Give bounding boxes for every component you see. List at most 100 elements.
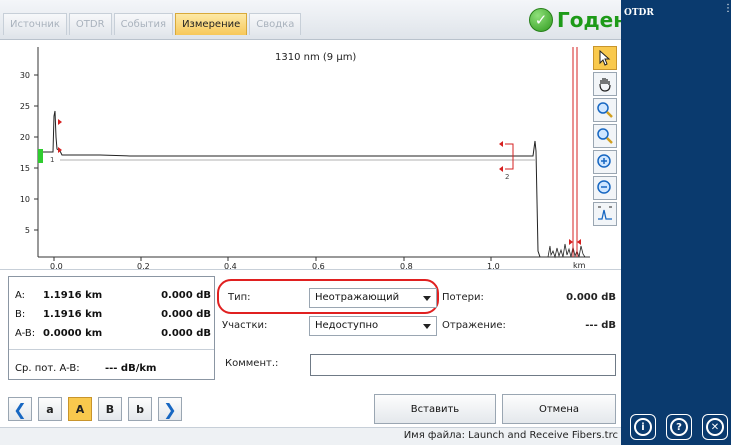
result-a-loss: 0.000 dB: [161, 290, 211, 301]
close-icon: ✕: [706, 418, 724, 436]
result-ab-distance: 0.0000 km: [43, 328, 103, 339]
result-ab-loss: 0.000 dB: [161, 328, 211, 339]
marker-b-small-button[interactable]: b: [128, 397, 152, 421]
graph-toolbar: [593, 46, 619, 228]
zoom-fit-button[interactable]: [593, 98, 617, 122]
tab-source[interactable]: Источник: [3, 13, 67, 35]
marker-end-arrow-icon: [569, 239, 573, 245]
comment-label: Коммент.:: [225, 358, 279, 369]
y-tick: 5: [25, 226, 30, 235]
hand-pan-icon: [599, 78, 611, 92]
y-tick: 25: [20, 102, 30, 111]
y-tick: 10: [20, 195, 30, 204]
sidebar-scroll-icon: ⋮: [723, 3, 731, 14]
zoom-in-button[interactable]: [593, 150, 617, 174]
chevron-down-icon: [423, 324, 431, 329]
x-tick: 1.0: [487, 262, 500, 270]
result-b-loss: 0.000 dB: [161, 309, 211, 320]
x-tick: 0.2: [137, 262, 150, 270]
marker-a-small-button[interactable]: a: [38, 397, 62, 421]
marker-navigation: ❮ a A B b ❯: [8, 397, 188, 421]
trace-line: [43, 110, 541, 258]
help-icon: ?: [670, 418, 688, 436]
chevron-right-icon: ❯: [163, 399, 177, 419]
result-avg-label: Ср. пот. A-B:: [15, 363, 80, 374]
x-unit: km: [573, 261, 586, 270]
type-select-value: Неотражающий: [315, 292, 400, 303]
tab-list: Источник OTDR События Измерение Сводка: [3, 13, 303, 35]
pan-tool-button[interactable]: [593, 72, 617, 96]
result-row-b: B: 1.1916 km 0.000 dB: [15, 309, 211, 320]
sections-select-value: Недоступно: [315, 320, 379, 331]
help-button[interactable]: ?: [666, 414, 692, 440]
result-row-ab: A-B: 0.0000 km 0.000 dB: [15, 328, 211, 339]
next-button[interactable]: ❯: [158, 397, 182, 421]
exit-button[interactable]: ✕: [702, 414, 728, 440]
result-row-a: A: 1.1916 km 0.000 dB: [15, 290, 211, 301]
reflection-value: --- dB: [585, 320, 616, 331]
marker-results-panel: A: 1.1916 km 0.000 dB B: 1.1916 km 0.000…: [8, 276, 215, 380]
chevron-down-icon: [423, 296, 431, 301]
result-b-distance: 1.1916 km: [43, 309, 103, 320]
insert-button[interactable]: Вставить: [374, 394, 496, 424]
trace-graph[interactable]: 5 10 15 20 25 30 0.0 0.2 0.4 0.6 0.8 1.0…: [0, 41, 621, 270]
marker-2-top-icon: [499, 141, 503, 147]
tab-events[interactable]: События: [113, 13, 174, 35]
sidebar-title: OTDR: [624, 8, 654, 18]
zoom-fit-icon: [597, 102, 613, 118]
tab-measure[interactable]: Измерение: [175, 13, 248, 35]
info-button[interactable]: i: [630, 414, 656, 440]
cancel-button[interactable]: Отмена: [502, 394, 616, 424]
x-tick: 0.8: [400, 262, 413, 270]
previous-button[interactable]: ❮: [8, 397, 32, 421]
y-tick: 15: [20, 164, 30, 173]
tab-summary[interactable]: Сводка: [249, 13, 302, 35]
y-tick: 20: [20, 133, 30, 142]
marker-1-top-icon: [58, 119, 62, 125]
pointer-icon: [599, 50, 611, 66]
result-a-distance: 1.1916 km: [43, 290, 103, 301]
zoom-area-button[interactable]: [593, 124, 617, 148]
graph-title: 1310 nm (9 µm): [275, 52, 357, 63]
right-sidebar: OTDR ⋮ i ? ✕: [621, 0, 731, 445]
pass-status-label: Годен: [557, 8, 628, 32]
comment-input[interactable]: [310, 354, 616, 376]
x-tick: 0.6: [312, 262, 325, 270]
marker-2-label: 2: [505, 173, 509, 181]
result-a-label: A:: [15, 290, 26, 301]
status-bar: Имя файла: Launch and Receive Fibers.trc: [0, 427, 621, 445]
marker-1-label: 1: [50, 156, 54, 164]
noise-trace: [547, 243, 586, 259]
loss-label: Потери:: [442, 292, 484, 303]
reflection-label: Отражение:: [442, 320, 506, 331]
zoom-full-trace-button[interactable]: [593, 202, 617, 226]
marker-end-arrow-icon: [577, 239, 581, 245]
marker-a-button[interactable]: A: [68, 397, 92, 421]
result-b-label: B:: [15, 309, 26, 320]
checkmark-circle-icon: ✓: [529, 8, 553, 32]
tab-otdr[interactable]: OTDR: [68, 13, 112, 35]
zoom-full-trace-icon: [598, 206, 612, 220]
file-name: Имя файла: Launch and Receive Fibers.trc: [403, 430, 618, 441]
result-avg-value: --- dB/km: [105, 363, 157, 374]
type-select[interactable]: Неотражающий: [309, 288, 437, 308]
x-tick: 0.4: [224, 262, 237, 270]
marker-b-button[interactable]: B: [98, 397, 122, 421]
loss-value: 0.000 dB: [566, 292, 616, 303]
pass-status: ✓ Годен: [529, 8, 627, 32]
sections-select[interactable]: Недоступно: [309, 316, 437, 336]
launch-level-marker: [38, 149, 43, 163]
trace-svg: 5 10 15 20 25 30 0.0 0.2 0.4 0.6 0.8 1.0…: [20, 47, 590, 270]
result-ab-label: A-B:: [15, 328, 36, 339]
info-icon: i: [634, 418, 652, 436]
y-tick: 30: [20, 71, 30, 80]
x-tick: 0.0: [50, 262, 63, 270]
zoom-area-icon: [597, 128, 613, 144]
chevron-left-icon: ❮: [13, 399, 27, 419]
zoom-out-button[interactable]: [593, 176, 617, 200]
marker-2-bottom-icon: [499, 166, 503, 172]
sections-label: Участки:: [222, 320, 268, 331]
result-row-avg: Ср. пот. A-B: --- dB/km: [15, 363, 211, 374]
type-label: Тип:: [228, 292, 251, 303]
pointer-tool-button[interactable]: [593, 46, 617, 70]
